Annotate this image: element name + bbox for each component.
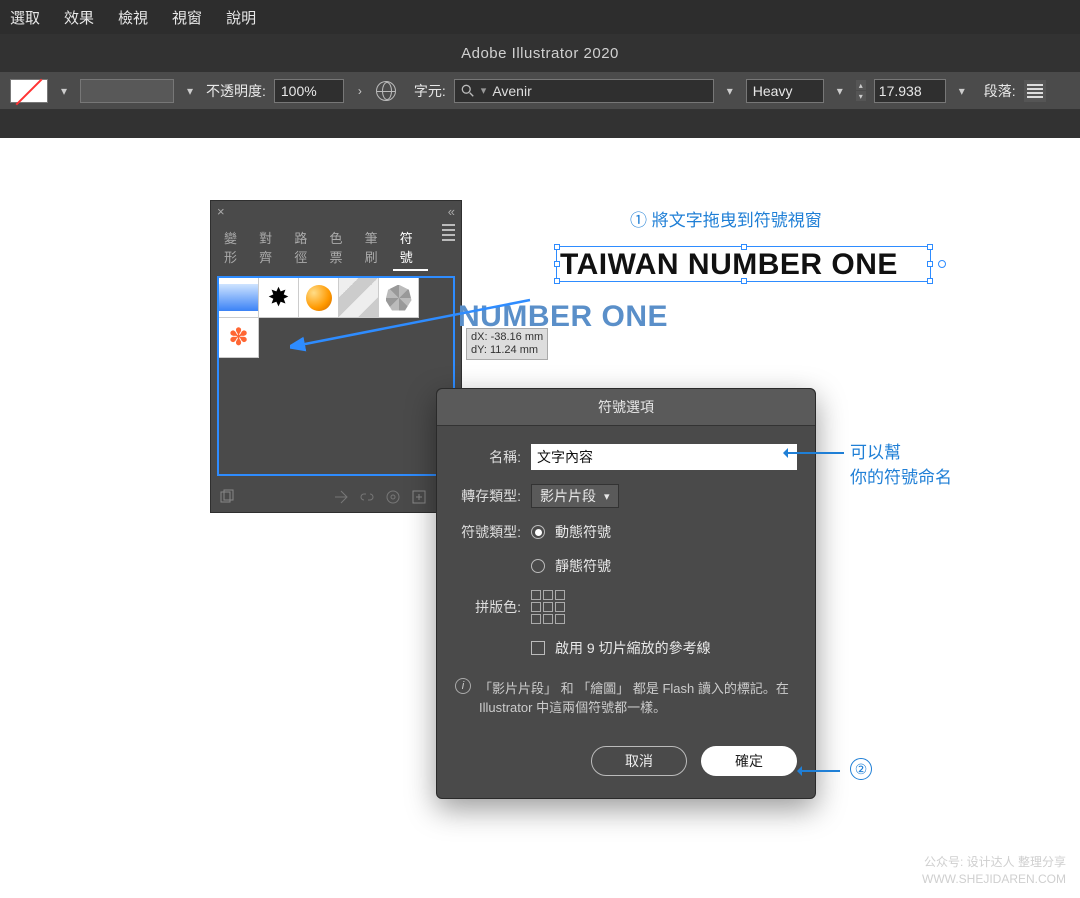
titlebar: Adobe Illustrator 2020 [0, 34, 1080, 72]
registration-grid[interactable] [531, 590, 565, 624]
opacity-input[interactable]: 100% [274, 79, 344, 103]
export-type-select[interactable]: 影片片段 ▾ [531, 484, 619, 508]
menu-window[interactable]: 視窗 [172, 7, 202, 28]
nine-slice-label: 啟用 9 切片縮放的參考線 [555, 638, 711, 658]
info-icon: i [455, 678, 471, 694]
globe-icon[interactable] [376, 81, 396, 101]
font-weight-field[interactable]: Heavy [746, 79, 824, 103]
gerbera-flower-symbol[interactable]: ✽ [219, 318, 259, 358]
menubar: 選取 效果 檢視 視窗 說明 [0, 0, 1080, 34]
font-size-field[interactable]: 17.938 [874, 79, 946, 103]
place-symbol-icon[interactable] [333, 489, 349, 505]
radio-static-symbol[interactable] [531, 559, 545, 573]
radio-static-label: 靜態符號 [555, 556, 611, 576]
opacity-label: 不透明度: [206, 81, 266, 101]
tab-transform[interactable]: 變形 [217, 224, 252, 270]
panel-footer [211, 482, 461, 512]
paragraph-label: 段落: [984, 81, 1016, 101]
panel-collapse-icon[interactable]: « [448, 204, 455, 219]
symbol-libraries-icon[interactable] [219, 489, 235, 505]
ok-button[interactable]: 確定 [701, 746, 797, 776]
menu-effect[interactable]: 效果 [64, 7, 94, 28]
font-size-dropdown-icon[interactable]: ▾ [954, 79, 970, 103]
dialog-title: 符號選項 [437, 389, 815, 426]
name-input[interactable] [531, 444, 797, 470]
tab-swatches[interactable]: 色票 [322, 224, 357, 270]
name-label: 名稱: [455, 447, 521, 467]
symbol-options-icon[interactable] [385, 489, 401, 505]
fill-dropdown-icon[interactable]: ▾ [56, 79, 72, 103]
symbol-type-label: 符號類型: [455, 522, 521, 542]
dialog-info-text: 「影片片段」 和 「繪圖」 都是 Flash 讀入的標記。在 Illustrat… [479, 678, 797, 716]
cancel-button[interactable]: 取消 [591, 746, 687, 776]
font-size-stepper[interactable]: ▴▾ [856, 80, 866, 101]
font-weight-dropdown-icon[interactable]: ▾ [832, 79, 848, 103]
tab-align[interactable]: 對齊 [252, 224, 287, 270]
new-symbol-icon[interactable] [411, 489, 427, 505]
options-bar: ▾ ▾ 不透明度: 100% › 字元: ▾ Avenir ▾ Heavy ▾ … [0, 72, 1080, 110]
stroke-swatch[interactable] [80, 79, 174, 103]
text-out-port[interactable] [938, 260, 946, 268]
panel-close-icon[interactable]: × [217, 204, 225, 219]
radio-dynamic-label: 動態符號 [555, 522, 611, 542]
character-label: 字元: [414, 81, 446, 101]
break-link-icon[interactable] [359, 489, 375, 505]
tab-symbols[interactable]: 符號 [393, 224, 428, 270]
annotation-arrow-name [786, 452, 844, 454]
menu-select[interactable]: 選取 [10, 7, 40, 28]
fill-swatch-none[interactable] [10, 79, 48, 103]
menu-help[interactable]: 說明 [226, 7, 256, 28]
font-family-dropdown-icon[interactable]: ▾ [722, 79, 738, 103]
registration-label: 拼版色: [455, 597, 521, 617]
annotation-step2: ② [850, 758, 872, 780]
app-title: Adobe Illustrator 2020 [461, 45, 619, 62]
panel-menu-icon[interactable] [442, 224, 455, 270]
stroke-dropdown-icon[interactable]: ▾ [182, 79, 198, 103]
annotation-step1: ① 將文字拖曳到符號視窗 [630, 206, 822, 231]
paragraph-align-icon[interactable] [1024, 80, 1046, 102]
opacity-dropdown-icon[interactable]: › [352, 79, 368, 103]
font-family-value: Avenir [492, 83, 531, 99]
annotation-naming: 可以幫 你的符號命名 [850, 438, 952, 488]
chevron-down-icon: ▾ [604, 490, 610, 503]
tab-pathfinder[interactable]: 路徑 [287, 224, 322, 270]
font-family-field[interactable]: ▾ Avenir [454, 79, 714, 103]
watermark: 公众号: 设计达人 整理分享 WWW.SHEJIDAREN.COM [922, 854, 1066, 888]
panel-tabs: 變形 對齊 路徑 色票 筆刷 符號 [211, 221, 461, 270]
drag-arrow-illustration [290, 280, 540, 370]
canvas-text-main[interactable]: TAIWAN NUMBER ONE [560, 248, 898, 282]
symbol-options-dialog: 符號選項 名稱: 轉存類型: 影片片段 ▾ 符號類型: 動態符號 靜態符號 拼版… [436, 388, 816, 799]
search-icon [461, 84, 475, 98]
radio-dynamic-symbol[interactable] [531, 525, 545, 539]
nine-slice-checkbox[interactable] [531, 641, 545, 655]
annotation-arrow-step2 [800, 770, 840, 772]
export-type-label: 轉存類型: [455, 486, 521, 506]
menu-view[interactable]: 檢視 [118, 7, 148, 28]
gradient-bar-symbol[interactable] [219, 278, 259, 318]
tab-brushes[interactable]: 筆刷 [358, 224, 393, 270]
control-bar-extension [0, 110, 1080, 138]
